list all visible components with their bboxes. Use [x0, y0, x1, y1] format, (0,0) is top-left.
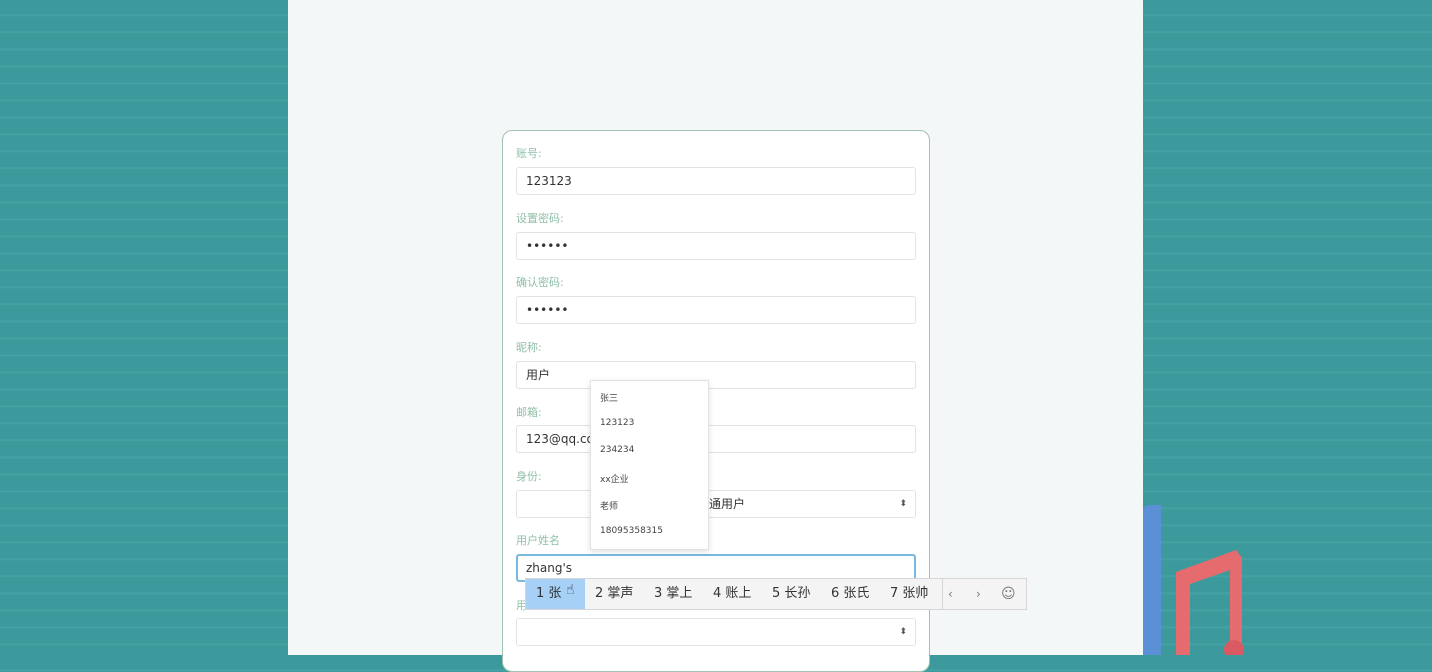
decorative-red-shape — [1176, 550, 1244, 655]
ime-candidate[interactable]: 4 账上 — [713, 579, 751, 609]
select-arrow-icon: ⬍ — [899, 627, 907, 637]
ime-next-page-icon[interactable]: › — [976, 579, 981, 609]
email-input[interactable]: 123@qq.co — [516, 425, 916, 453]
autocomplete-item[interactable]: 老师 — [600, 499, 618, 512]
decorative-blue-shape — [1143, 505, 1161, 655]
ime-candidate[interactable]: 3 掌上 — [654, 579, 692, 609]
confirm-password-label: 确认密码: — [516, 276, 564, 289]
nickname-label: 昵称: — [516, 341, 542, 354]
email-label: 邮箱: — [516, 406, 542, 419]
autocomplete-dropdown: 张三 123123 234234 xx企业 老师 18095358315 — [590, 380, 709, 550]
mouse-cursor-icon: ☝ — [566, 582, 575, 598]
autocomplete-item[interactable]: 234234 — [600, 445, 634, 455]
password-input[interactable]: •••••• — [516, 232, 916, 260]
ime-separator — [942, 579, 943, 609]
ime-prev-page-icon[interactable]: ‹ — [948, 579, 953, 609]
ime-candidate[interactable]: 7 张帅 — [890, 579, 928, 609]
confirm-password-input[interactable]: •••••• — [516, 296, 916, 324]
autocomplete-item[interactable]: xx企业 — [600, 472, 629, 485]
autocomplete-item[interactable]: 18095358315 — [600, 526, 663, 536]
identity-select-value: 通用户 — [709, 497, 746, 511]
ime-candidate[interactable]: 2 掌声 — [595, 579, 633, 609]
password-label: 设置密码: — [516, 212, 564, 225]
ime-emoji-icon[interactable]: ☺ — [1001, 579, 1016, 609]
select-arrow-icon: ⬍ — [899, 499, 907, 509]
realname-label: 用户姓名 — [516, 534, 560, 547]
ime-candidate[interactable]: 5 长孙 — [772, 579, 810, 609]
ime-candidate[interactable]: 6 张氏 — [831, 579, 869, 609]
identity-label: 身份: — [516, 470, 542, 483]
ime-candidate-bar: 1 张 2 掌声 3 掌上 4 账上 5 长孙 6 张氏 7 张帅 ‹ › ☺ — [525, 578, 1027, 610]
next-select[interactable]: ⬍ — [516, 618, 916, 646]
ime-candidate[interactable]: 1 张 — [526, 579, 585, 609]
autocomplete-item[interactable]: 123123 — [600, 418, 634, 428]
nickname-input[interactable]: 用户 — [516, 361, 916, 389]
account-label: 账号: — [516, 147, 542, 160]
account-input[interactable]: 123123 — [516, 167, 916, 195]
background-left — [0, 0, 288, 655]
identity-select[interactable]: 通用户 ⬍ — [516, 490, 916, 518]
autocomplete-item[interactable]: 张三 — [600, 391, 618, 404]
